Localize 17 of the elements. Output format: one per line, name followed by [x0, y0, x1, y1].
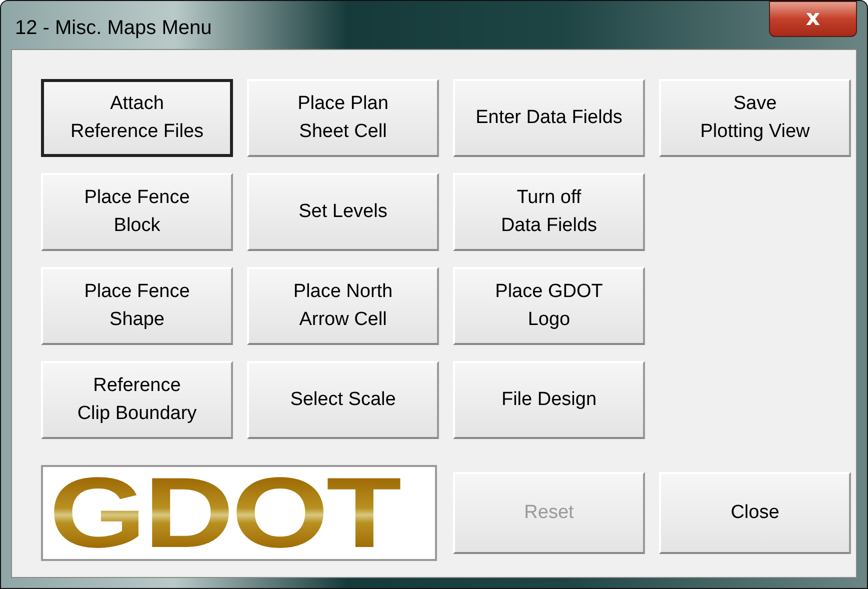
menu-button[interactable]: Enter Data Fields [453, 79, 645, 157]
menu-button[interactable]: Save Plotting View [659, 79, 851, 157]
menu-button[interactable]: Place Plan Sheet Cell [247, 79, 439, 157]
menu-button[interactable]: Place GDOT Logo [453, 267, 645, 345]
menu-button[interactable]: Close [659, 472, 851, 554]
menu-button[interactable]: Turn off Data Fields [453, 173, 645, 251]
menu-button[interactable]: Reference Clip Boundary [41, 361, 233, 439]
menu-button[interactable]: File Design [453, 361, 645, 439]
menu-button[interactable]: Set Levels [247, 173, 439, 251]
menu-button[interactable]: Place Fence Shape [41, 267, 233, 345]
gdot-logo: GDOT [41, 465, 437, 561]
menu-button[interactable]: Select Scale [247, 361, 439, 439]
menu-button[interactable]: Place North Arrow Cell [247, 267, 439, 345]
menu-button[interactable]: Attach Reference Files [41, 79, 233, 157]
window-close-button[interactable]: x [769, 1, 857, 37]
menu-button[interactable]: Place Fence Block [41, 173, 233, 251]
window-title: 12 - Misc. Maps Menu [14, 16, 212, 41]
